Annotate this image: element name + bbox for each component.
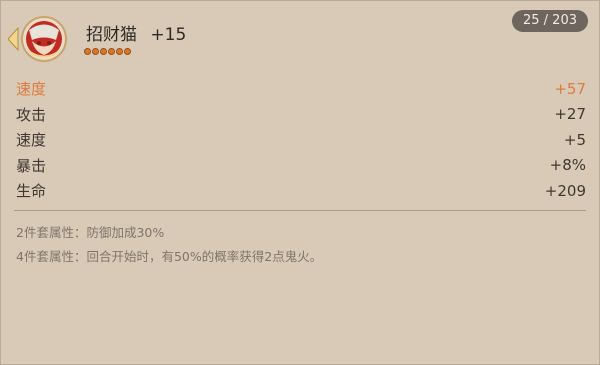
sub-stat-row: 生命 +209 bbox=[16, 178, 586, 204]
sub-stat-row: 速度 +5 bbox=[16, 127, 586, 153]
star-rating bbox=[84, 48, 131, 55]
stat-value: +57 bbox=[554, 79, 586, 98]
stat-list: 速度 +57 攻击 +27 速度 +5 暴击 +8% 生命 +209 bbox=[16, 76, 586, 204]
sub-stat-row: 攻击 +27 bbox=[16, 102, 586, 128]
stat-value: +27 bbox=[554, 105, 586, 124]
flame-star-icon bbox=[84, 48, 91, 55]
stat-name: 速度 bbox=[16, 131, 47, 150]
main-stat-row: 速度 +57 bbox=[16, 76, 586, 102]
cat-spirit-portrait[interactable] bbox=[8, 14, 68, 64]
two-piece-set-bonus: 2件套属性：防御加成30% bbox=[16, 225, 165, 240]
four-piece-set-bonus: 4件套属性：回合开始时，有50%的概率获得2点鬼火。 bbox=[16, 249, 323, 264]
flame-star-icon bbox=[124, 48, 131, 55]
stat-name: 生命 bbox=[16, 182, 47, 201]
item-title: 招财猫 +15 bbox=[86, 20, 186, 45]
flame-star-icon bbox=[92, 48, 99, 55]
sub-stat-row: 暴击 +8% bbox=[16, 153, 586, 179]
enhance-level: +15 bbox=[150, 25, 187, 45]
stat-name: 速度 bbox=[16, 80, 47, 99]
flame-star-icon bbox=[100, 48, 107, 55]
stat-value: +5 bbox=[563, 130, 586, 149]
divider bbox=[14, 210, 586, 211]
flame-star-icon bbox=[108, 48, 115, 55]
stat-value: +209 bbox=[544, 181, 586, 200]
inventory-counter-badge: 25 / 203 bbox=[512, 10, 588, 32]
stat-value: +8% bbox=[549, 156, 586, 175]
flame-star-icon bbox=[116, 48, 123, 55]
item-name: 招财猫 bbox=[86, 25, 137, 45]
stat-name: 暴击 bbox=[16, 156, 47, 175]
stat-name: 攻击 bbox=[16, 105, 47, 124]
